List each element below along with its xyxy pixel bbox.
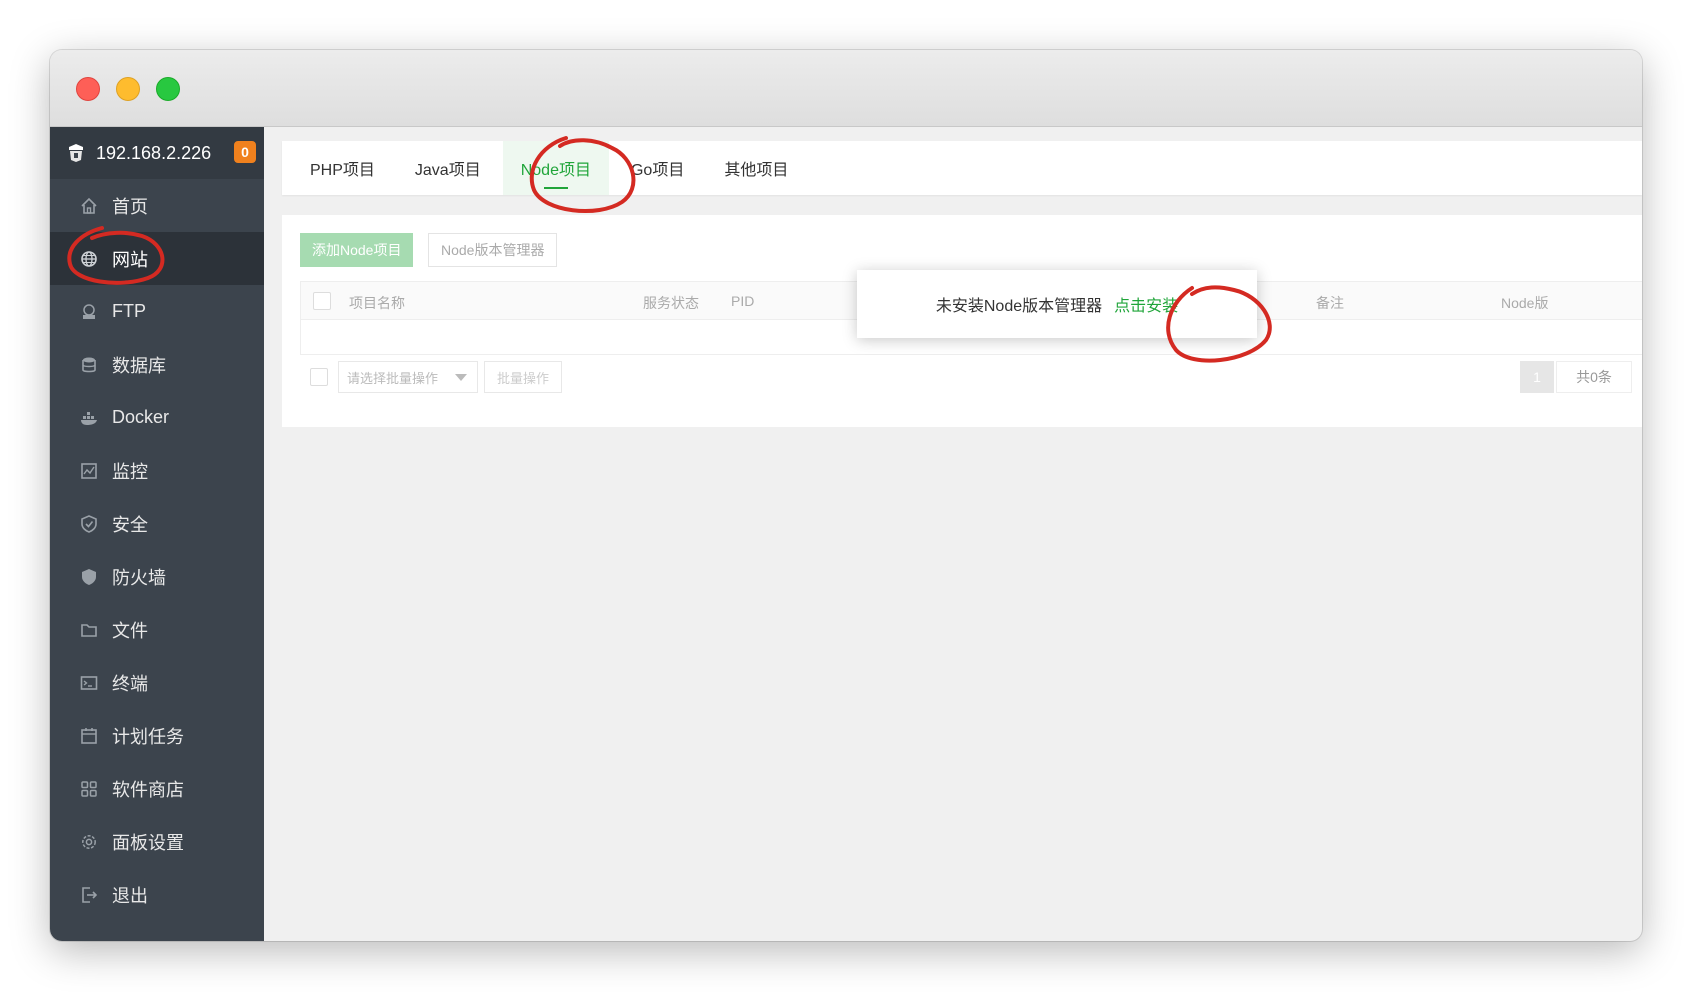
sidebar-item-label: Docker (112, 407, 170, 427)
home-icon (80, 197, 98, 215)
sidebar-item-label: 退出 (112, 885, 148, 906)
sidebar-item-label: 首页 (112, 196, 148, 217)
minimize-window-button[interactable] (116, 77, 140, 101)
node-version-manager-button[interactable]: Node版本管理器 (428, 233, 558, 267)
column-header: 备注 (1316, 295, 1344, 311)
terminal-icon (80, 674, 98, 692)
firewall-icon (80, 568, 98, 586)
sidebar-item-label: 防火墙 (112, 567, 166, 588)
globe-icon (80, 250, 98, 268)
ftp-icon (80, 303, 98, 321)
sidebar-item-database[interactable]: 数据库 (50, 338, 264, 391)
server-header: 192.168.2.226 0 (50, 127, 264, 179)
shield-icon (80, 514, 98, 533)
sidebar-item-label: FTP (112, 301, 146, 321)
server-logo-icon (69, 144, 83, 162)
sidebar: 192.168.2.226 0 首页 网站 FTP 数据库 Docker 监控 (50, 127, 264, 941)
table-footer: 请选择批量操作 批量操作 1 共0条 (300, 361, 1642, 395)
notification-badge[interactable]: 0 (234, 141, 256, 163)
batch-action-button[interactable]: 批量操作 (484, 361, 563, 393)
total-count: 共0条 (1556, 361, 1632, 393)
sidebar-item-label: 计划任务 (112, 726, 184, 747)
calendar-icon (80, 727, 98, 745)
select-all-footer-checkbox[interactable] (310, 368, 328, 386)
tab-node[interactable]: Node项目 (502, 141, 609, 195)
sidebar-item-label: 软件商店 (112, 779, 184, 800)
logout-icon (80, 886, 98, 904)
page-number[interactable]: 1 (1520, 361, 1554, 393)
tab-go[interactable]: Go项目 (613, 141, 702, 195)
sidebar-item-settings[interactable]: 面板设置 (50, 815, 264, 868)
column-header[interactable]: 服务状态 (643, 293, 699, 313)
sidebar-item-label: 安全 (112, 514, 148, 535)
batch-action-select[interactable]: 请选择批量操作 (338, 361, 478, 393)
chevron-down-icon (455, 374, 467, 381)
column-header: PID (731, 293, 755, 309)
batch-select-placeholder: 请选择批量操作 (347, 370, 439, 386)
sidebar-item-label: 文件 (112, 620, 148, 641)
sidebar-item-label: 监控 (112, 461, 148, 482)
sidebar-item-ftp[interactable]: FTP (50, 285, 264, 338)
sidebar-item-label: 网站 (112, 249, 148, 270)
sidebar-item-label: 面板设置 (112, 832, 184, 853)
column-header: Node版 (1501, 295, 1549, 311)
project-tabs: PHP项目 Java项目 Node项目 Go项目 其他项目 (282, 141, 1642, 195)
title-bar (50, 50, 1642, 127)
popup-message: 未安装Node版本管理器 (935, 298, 1103, 315)
server-host: 192.168.2.226 (96, 142, 212, 163)
sidebar-item-security[interactable]: 安全 (50, 497, 264, 550)
select-all-checkbox[interactable] (313, 292, 331, 310)
tab-php[interactable]: PHP项目 (292, 141, 393, 195)
install-prompt-popup: 未安装Node版本管理器 点击安装 (857, 270, 1257, 338)
sidebar-item-website[interactable]: 网站 (50, 232, 264, 285)
main-content: PHP项目 Java项目 Node项目 Go项目 其他项目 添加Node项目 N… (264, 127, 1642, 941)
docker-icon (80, 409, 98, 427)
tab-other[interactable]: 其他项目 (706, 141, 806, 195)
app-window: 192.168.2.226 0 首页 网站 FTP 数据库 Docker 监控 (50, 50, 1642, 941)
sidebar-item-docker[interactable]: Docker (50, 391, 264, 444)
install-link[interactable]: 点击安装 (1114, 292, 1178, 316)
apps-icon (80, 780, 98, 798)
close-window-button[interactable] (76, 77, 100, 101)
database-icon (80, 356, 98, 374)
maximize-window-button[interactable] (156, 77, 180, 101)
monitor-icon (80, 462, 98, 480)
sidebar-item-files[interactable]: 文件 (50, 603, 264, 656)
column-header[interactable]: 项目名称 (349, 293, 405, 313)
sidebar-item-label: 数据库 (112, 355, 166, 376)
sidebar-item-terminal[interactable]: 终端 (50, 656, 264, 709)
add-node-project-button[interactable]: 添加Node项目 (300, 233, 414, 267)
gear-icon (80, 833, 98, 851)
tab-java[interactable]: Java项目 (397, 141, 499, 195)
sidebar-item-cron[interactable]: 计划任务 (50, 709, 264, 762)
sidebar-item-monitor[interactable]: 监控 (50, 444, 264, 497)
sidebar-item-home[interactable]: 首页 (50, 179, 264, 232)
sidebar-item-logout[interactable]: 退出 (50, 868, 264, 921)
folder-icon (80, 621, 98, 639)
sidebar-item-firewall[interactable]: 防火墙 (50, 550, 264, 603)
sidebar-item-label: 终端 (112, 673, 148, 694)
sidebar-item-app-store[interactable]: 软件商店 (50, 762, 264, 815)
